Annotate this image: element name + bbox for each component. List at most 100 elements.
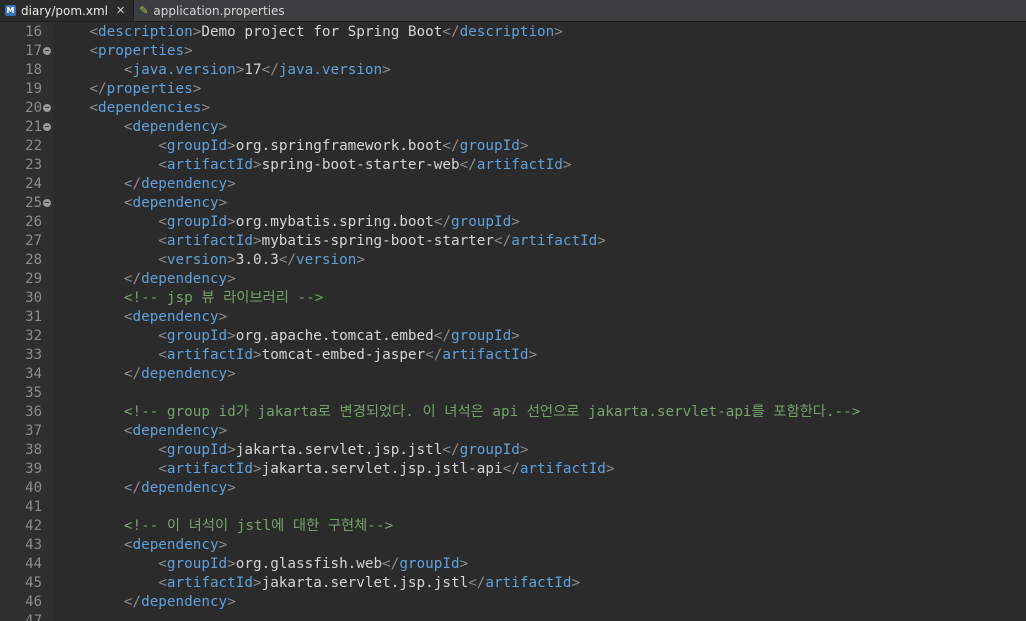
code-text: </dependency> [55, 270, 236, 289]
code-line[interactable]: 34 </dependency> [0, 365, 1026, 384]
tag-bracket: </ [459, 157, 477, 173]
code-line[interactable]: 20− <dependencies> [0, 99, 1026, 118]
code-line[interactable]: 32 <groupId>org.apache.tomcat.embed</gro… [0, 327, 1026, 346]
tag-bracket: > [252, 461, 262, 477]
code-line[interactable]: 38 <groupId>jakarta.servlet.jsp.jstl</gr… [0, 441, 1026, 460]
xml-tag-name: groupId [459, 442, 520, 458]
tab-label: diary/pom.xml [21, 3, 108, 18]
code-line[interactable]: 31 <dependency> [0, 308, 1026, 327]
tag-bracket: > [511, 328, 520, 344]
line-number: 46 [25, 594, 42, 610]
tag-bracket: </ [433, 214, 451, 230]
code-line[interactable]: 29 </dependency> [0, 270, 1026, 289]
tag-bracket: </ [261, 62, 279, 78]
spring-properties-icon: ✎ [139, 4, 149, 17]
tag-bracket: < [89, 24, 99, 40]
tag-bracket: > [218, 119, 228, 135]
code-line[interactable]: 19 </properties> [0, 80, 1026, 99]
xml-tag-name: dependency [141, 271, 228, 287]
tag-bracket: > [252, 347, 262, 363]
tag-bracket: < [158, 138, 167, 154]
code-line[interactable]: 24 </dependency> [0, 175, 1026, 194]
code-line[interactable]: 28 <version>3.0.3</version> [0, 251, 1026, 270]
line-number: 42 [25, 518, 42, 534]
code-line[interactable]: 40 </dependency> [0, 479, 1026, 498]
xml-tag-name: version [296, 252, 357, 268]
xml-tag-name: description [459, 24, 555, 40]
tag-bracket: < [158, 347, 167, 363]
tag-bracket: > [382, 62, 391, 78]
line-number: 28 [25, 252, 42, 268]
tag-bracket: > [459, 556, 469, 572]
tag-bracket: > [227, 480, 236, 496]
code-line[interactable]: 42 <!-- 이 녀석이 jstl에 대한 구현체--> [0, 517, 1026, 536]
xml-tag-name: dependency [132, 423, 219, 439]
collapse-fold-icon[interactable]: − [43, 123, 51, 131]
tab-pom-xml[interactable]: M diary/pom.xml ✕ [0, 0, 135, 21]
line-number: 34 [25, 366, 42, 382]
tag-bracket: > [218, 423, 228, 439]
code-line[interactable]: 35 [0, 384, 1026, 403]
code-text: <dependency> [55, 118, 227, 137]
code-line[interactable]: 37 <dependency> [0, 422, 1026, 441]
code-line[interactable]: 44 <groupId>org.glassfish.web</groupId> [0, 555, 1026, 574]
line-number: 33 [25, 347, 42, 363]
xml-tag-name: dependency [132, 195, 219, 211]
code-line[interactable]: 23 <artifactId>spring-boot-starter-web</… [0, 156, 1026, 175]
code-line[interactable]: 26 <groupId>org.mybatis.spring.boot</gro… [0, 213, 1026, 232]
xml-tag-name: groupId [399, 556, 460, 572]
code-line[interactable]: 47 [0, 612, 1026, 621]
tag-bracket: > [218, 537, 228, 553]
tag-bracket: > [571, 575, 581, 591]
code-text: <properties> [55, 42, 192, 61]
xml-tag-name: properties [98, 43, 185, 59]
tag-bracket: > [218, 195, 228, 211]
line-number: 20 [25, 100, 42, 116]
tag-bracket: > [356, 252, 365, 268]
tag-bracket: > [201, 100, 210, 116]
code-text: <artifactId>jakarta.servlet.jsp.jstl-api… [55, 460, 614, 479]
collapse-fold-icon[interactable]: − [43, 104, 51, 112]
code-line[interactable]: 25− <dependency> [0, 194, 1026, 213]
tab-application-properties[interactable]: ✎ application.properties [134, 0, 292, 21]
code-line[interactable]: 18 <java.version>17</java.version> [0, 61, 1026, 80]
maven-pom-icon: M [5, 5, 16, 16]
tag-bracket: </ [433, 328, 451, 344]
code-line[interactable]: 41 [0, 498, 1026, 517]
xml-text-value: org.mybatis.spring.boot [235, 214, 434, 230]
tag-bracket: > [227, 366, 236, 382]
line-number: 23 [25, 157, 42, 173]
line-number: 47 [25, 613, 42, 621]
code-line[interactable]: 17− <properties> [0, 42, 1026, 61]
code-line[interactable]: 36 <!-- group id가 jakarta로 변경되었다. 이 녀석은 … [0, 403, 1026, 422]
code-line[interactable]: 39 <artifactId>jakarta.servlet.jsp.jstl-… [0, 460, 1026, 479]
code-line[interactable]: 43 <dependency> [0, 536, 1026, 555]
collapse-fold-icon[interactable]: − [43, 199, 51, 207]
tag-bracket: > [597, 233, 606, 249]
tab-label: application.properties [153, 3, 285, 18]
xml-tag-name: artifactId [476, 157, 563, 173]
line-number: 25 [25, 195, 42, 211]
code-line[interactable]: 27 <artifactId>mybatis-spring-boot-start… [0, 232, 1026, 251]
xml-text-value: tomcat-embed-jasper [261, 347, 426, 363]
tag-bracket: </ [468, 575, 486, 591]
xml-tag-name: artifactId [166, 347, 253, 363]
tag-bracket: < [89, 43, 99, 59]
collapse-fold-icon[interactable]: − [43, 47, 51, 55]
xml-source-editor[interactable]: 16 <description>Demo project for Spring … [0, 22, 1026, 621]
code-line[interactable]: 30 <!-- jsp 뷰 라이브러리 --> [0, 289, 1026, 308]
close-icon[interactable]: ✕ [116, 4, 125, 17]
xml-tag-name: dependency [132, 119, 219, 135]
xml-tag-name: dependency [132, 537, 219, 553]
xml-tag-name: artifactId [166, 575, 253, 591]
line-number: 41 [25, 499, 42, 515]
code-text: <groupId>org.apache.tomcat.embed</groupI… [55, 327, 520, 346]
code-line[interactable]: 45 <artifactId>jakarta.servlet.jsp.jstl<… [0, 574, 1026, 593]
code-line[interactable]: 21− <dependency> [0, 118, 1026, 137]
code-line[interactable]: 16 <description>Demo project for Spring … [0, 23, 1026, 42]
code-text: <dependency> [55, 536, 227, 555]
code-text: <dependency> [55, 194, 227, 213]
code-line[interactable]: 46 </dependency> [0, 593, 1026, 612]
code-line[interactable]: 22 <groupId>org.springframework.boot</gr… [0, 137, 1026, 156]
code-line[interactable]: 33 <artifactId>tomcat-embed-jasper</arti… [0, 346, 1026, 365]
